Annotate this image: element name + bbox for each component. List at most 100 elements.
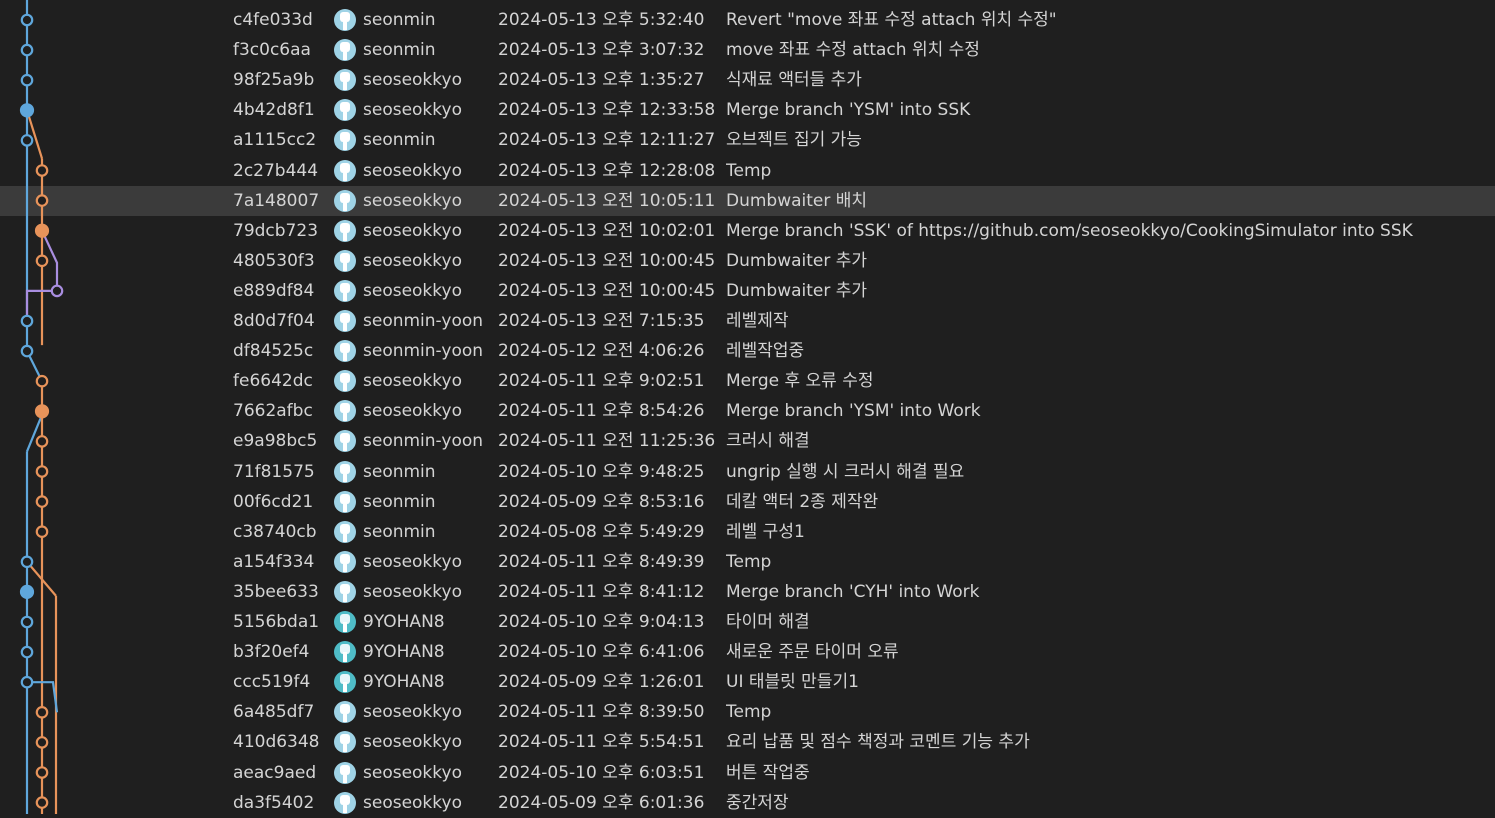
commit-message: 식재료 액터들 추가 — [726, 70, 862, 91]
commit-date: 2024-05-08 오후 5:49:29 — [498, 521, 705, 542]
commit-message: 중간저장 — [726, 792, 789, 813]
commit-dot-icon — [20, 344, 34, 358]
commit-dot-icon — [34, 223, 50, 238]
commit-row[interactable]: 7a148007 seoseokkyo 2024-05-13 오전 10:05:11… — [0, 185, 1495, 216]
user-avatar-icon — [334, 39, 356, 62]
commit-row[interactable]: c4fe033d seonmin 2024-05-13 오후 5:32:40 Reve… — [0, 5, 1495, 35]
commit-row[interactable]: c38740cb seonmin 2024-05-08 오후 5:49:29 레벨 구… — [0, 517, 1495, 547]
commit-row[interactable]: 4b42d8f1 seoseokkyo 2024-05-13 오후 12:33:58… — [0, 95, 1495, 125]
commit-hash: 00f6cd21 — [233, 491, 314, 512]
commit-dot-icon — [35, 374, 49, 388]
commit-dot-icon — [20, 615, 34, 629]
commit-row[interactable]: aeac9aed seoseokkyo 2024-05-10 오후 6:03:51 버… — [0, 758, 1495, 788]
commit-row[interactable]: b3f20ef4 9YOHAN8 2024-05-10 오후 6:41:06 새로운 … — [0, 637, 1495, 667]
commit-author: seoseokkyo — [363, 762, 462, 783]
commit-dot-icon — [20, 675, 34, 689]
commit-row[interactable]: e9a98bc5 seonmin-yoon 2024-05-11 오전 11:25:… — [0, 426, 1495, 456]
commit-dot-icon — [50, 284, 64, 298]
commit-dot-icon — [35, 766, 49, 779]
commit-hash: a154f334 — [233, 551, 315, 572]
commit-author: seonmin-yoon — [363, 311, 484, 331]
user-avatar-icon — [334, 9, 356, 31]
commit-row[interactable]: a154f334 seoseokkyo 2024-05-11 오후 8:49:39 T… — [0, 547, 1495, 577]
user-avatar-icon — [334, 249, 356, 272]
commit-date: 2024-05-10 오후 6:41:06 — [498, 642, 705, 663]
commit-row[interactable]: f3c0c6aa seonmin 2024-05-13 오후 3:07:32 move… — [0, 35, 1495, 65]
commit-date: 2024-05-13 오후 12:28:08 — [498, 160, 716, 181]
commit-dot-icon — [20, 134, 34, 147]
commit-hash: e9a98bc5 — [233, 431, 318, 452]
commit-row[interactable]: 5156bda1 9YOHAN8 2024-05-10 오후 9:04:13 타이머 … — [0, 607, 1495, 637]
commit-graph — [19, 0, 64, 814]
commit-date: 2024-05-09 오후 6:01:36 — [498, 792, 705, 813]
commit-row[interactable]: 480530f3 seoseokkyo 2024-05-13 오전 10:00:45… — [0, 246, 1495, 276]
commit-dot-icon — [20, 13, 34, 27]
commit-dot-icon — [20, 73, 34, 87]
commit-row[interactable]: 6a485df7 seoseokkyo 2024-05-11 오후 8:39:50 T… — [0, 697, 1495, 727]
commit-hash: ccc519f4 — [233, 672, 311, 693]
commit-author: seonmin-yoon — [363, 431, 484, 452]
commit-date: 2024-05-13 오후 1:35:27 — [498, 70, 705, 91]
commit-row[interactable]: 410d6348 seoseokkyo 2024-05-11 오후 5:54:51 요… — [0, 727, 1495, 757]
commit-date: 2024-05-13 오전 10:00:45 — [498, 250, 716, 271]
commit-author: seoseokkyo — [363, 70, 462, 91]
commit-row[interactable]: 2c27b444 seoseokkyo 2024-05-13 오후 12:28:08… — [0, 156, 1495, 186]
commit-row[interactable]: df84525c seonmin-yoon 2024-05-12 오전 4:06:2… — [0, 336, 1495, 366]
commit-row[interactable]: 7662afbc seoseokkyo 2024-05-11 오후 8:54:26 M… — [0, 396, 1495, 426]
user-avatar-icon — [334, 430, 356, 453]
commit-hash: c38740cb — [233, 521, 317, 542]
commit-author: seonmin — [363, 521, 436, 542]
commit-hash: c4fe033d — [233, 10, 313, 30]
user-avatar-icon — [334, 219, 356, 242]
commit-hash: 5156bda1 — [233, 612, 320, 632]
user-avatar-icon — [334, 791, 356, 814]
commit-dot-icon — [35, 194, 49, 207]
commit-date: 2024-05-13 오전 10:02:01 — [498, 220, 716, 241]
commit-row[interactable]: 98f25a9b seoseokkyo 2024-05-13 오후 1:35:27 식… — [0, 65, 1495, 95]
commit-hash: fe6642dc — [233, 371, 313, 392]
user-avatar-icon — [334, 310, 356, 332]
commit-row[interactable]: a1115cc2 seonmin 2024-05-13 오후 12:11:27 오브젝… — [0, 125, 1495, 155]
commit-dot-icon — [34, 404, 50, 419]
commit-hash: 410d6348 — [233, 732, 320, 753]
user-avatar-icon — [334, 611, 356, 633]
commit-row[interactable]: 79dcb723 seoseokkyo 2024-05-13 오전 10:02:01… — [0, 216, 1495, 246]
commit-row[interactable]: 00f6cd21 seonmin 2024-05-09 오후 8:53:16 데칼 액… — [0, 487, 1495, 517]
commit-row[interactable]: 8d0d7f04 seonmin-yoon 2024-05-13 오전 7:15:3… — [0, 306, 1495, 336]
commit-row[interactable]: e889df84 seoseokkyo 2024-05-13 오전 10:00:45… — [0, 276, 1495, 306]
commit-message: Dumbwaiter 추가 — [726, 250, 868, 271]
commit-date: 2024-05-13 오후 12:33:58 — [498, 100, 716, 121]
commit-date: 2024-05-13 오전 10:05:11 — [498, 190, 716, 211]
commit-row[interactable]: 71f81575 seonmin 2024-05-10 오후 9:48:25 ungr… — [0, 457, 1495, 487]
commit-hash: f3c0c6aa — [233, 40, 311, 61]
commit-dot-icon — [20, 314, 34, 328]
user-avatar-icon — [334, 69, 356, 92]
user-avatar-icon — [334, 641, 356, 664]
commit-author: 9YOHAN8 — [363, 672, 445, 693]
commit-row[interactable]: 35bee633 seoseokkyo 2024-05-11 오후 8:41:12 M… — [0, 577, 1495, 607]
commit-dot-icon — [35, 164, 49, 177]
user-avatar-icon — [334, 189, 356, 212]
commit-message: 요리 납품 및 점수 책정과 코멘트 기능 추가 — [726, 732, 1030, 753]
commit-author: 9YOHAN8 — [363, 642, 445, 663]
commit-row[interactable]: da3f5402 seoseokkyo 2024-05-09 오후 6:01:36 중… — [0, 788, 1495, 818]
commit-author: seoseokkyo — [363, 190, 462, 211]
user-avatar-icon — [334, 520, 356, 543]
commit-author: seoseokkyo — [363, 160, 462, 181]
commit-date: 2024-05-13 오후 3:07:32 — [498, 40, 705, 61]
commit-row[interactable]: ccc519f4 9YOHAN8 2024-05-09 오후 1:26:01 UI 태… — [0, 667, 1495, 697]
commit-hash: da3f5402 — [233, 792, 315, 813]
commit-row[interactable]: fe6642dc seoseokkyo 2024-05-11 오후 9:02:51 M… — [0, 366, 1495, 396]
commit-author: seoseokkyo — [363, 792, 462, 813]
commit-date: 2024-05-10 오후 9:04:13 — [498, 612, 705, 632]
user-avatar-icon — [334, 159, 356, 182]
commit-date: 2024-05-11 오후 8:54:26 — [498, 401, 705, 422]
commit-hash: 2c27b444 — [233, 160, 319, 181]
commit-author: seoseokkyo — [363, 551, 462, 572]
commit-author: seonmin-yoon — [363, 341, 484, 362]
commit-message: Dumbwaiter 배치 — [726, 190, 868, 211]
commit-dot-icon — [35, 435, 49, 448]
commit-message: Merge branch 'YSM' into SSK — [726, 100, 971, 121]
commit-hash: aeac9aed — [233, 762, 317, 783]
commit-dot-icon — [35, 736, 49, 749]
